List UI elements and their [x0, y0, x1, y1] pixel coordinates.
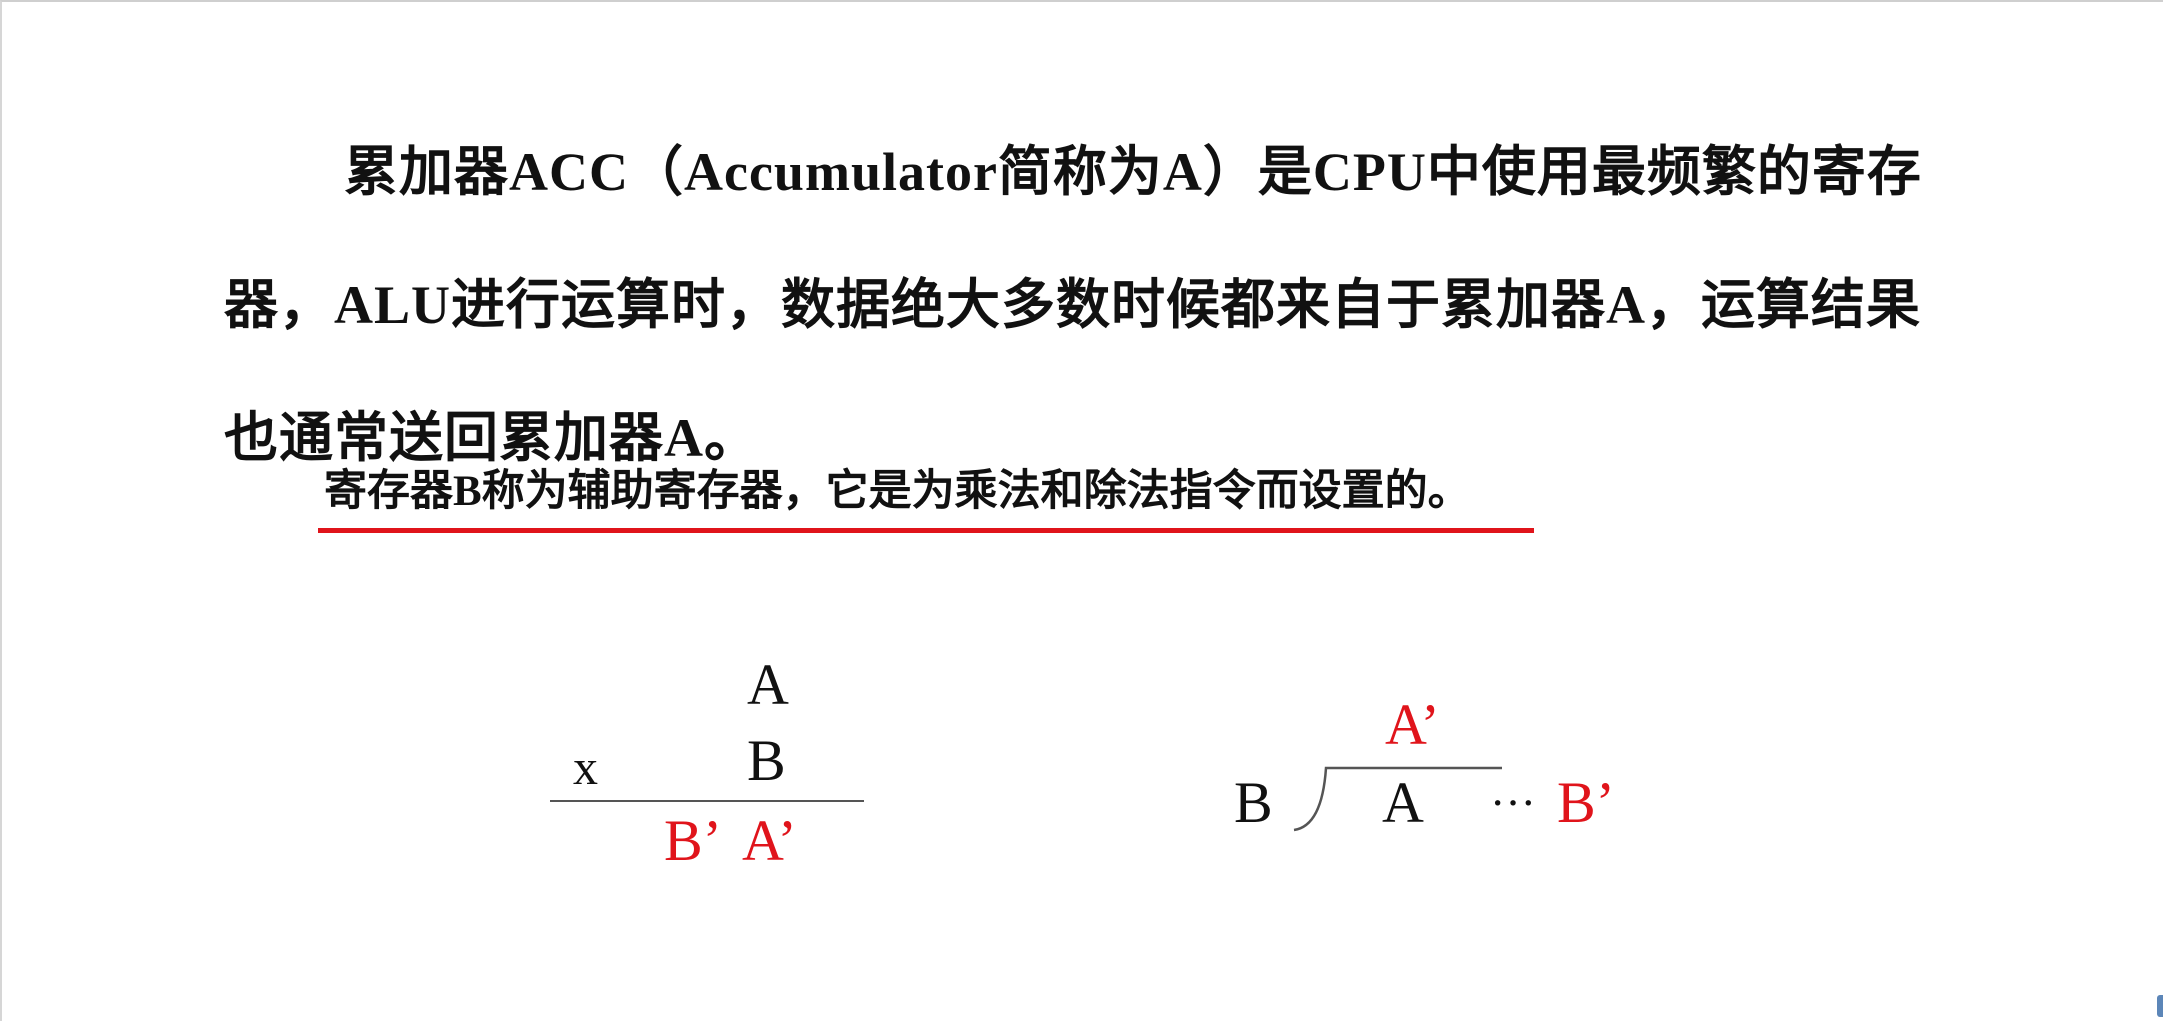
product-high-label: B’ [664, 808, 722, 873]
remainder-label: B’ [1557, 770, 1615, 835]
note-underline [318, 528, 1534, 533]
remainder-ellipsis: ··· [1490, 777, 1536, 828]
register-b-note: 寄存器B称为辅助寄存器，它是为乘法和除法指令而设置的。 [324, 468, 1471, 515]
scroll-edge-indicator [2157, 995, 2163, 1017]
multiplicand-label: A [747, 652, 789, 717]
slide: 累加器ACC（Accumulator简称为A）是CPU中使用最频繁的寄存器，AL… [0, 0, 2163, 1021]
multiply-operator: x [573, 739, 598, 795]
multiplication-rule [550, 800, 864, 802]
accumulator-paragraph: 累加器ACC（Accumulator简称为A）是CPU中使用最频繁的寄存器，AL… [224, 142, 1922, 468]
multiplier-label: B [747, 728, 786, 793]
product-low-label: A’ [742, 808, 797, 873]
divisor-label: B [1234, 770, 1273, 835]
dividend-label: A [1382, 770, 1424, 835]
quotient-label: A’ [1385, 692, 1440, 757]
